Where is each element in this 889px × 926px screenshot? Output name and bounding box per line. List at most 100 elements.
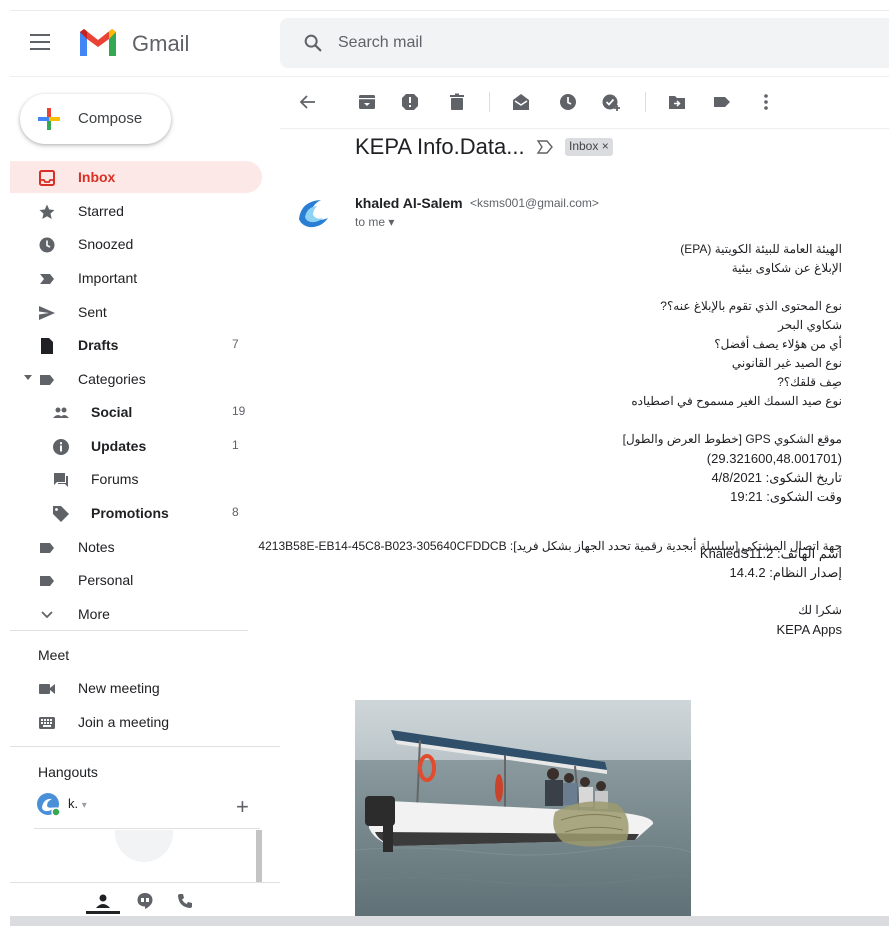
- sidebar-item-label: Updates: [91, 438, 147, 454]
- left-edge: [0, 0, 10, 926]
- sidebar-item-social[interactable]: Social 19: [10, 396, 262, 428]
- sidebar-item-sent[interactable]: Sent: [10, 296, 262, 328]
- body-line: نوع الصيد غير القانوني: [731, 356, 842, 370]
- body-line: (29.321600,48.001701): [706, 451, 842, 466]
- body-line: الهيئة العامة للبيئة الكويتية (EPA): [680, 242, 842, 256]
- sidebar-item-label: Promotions: [91, 505, 169, 521]
- main-menu-icon[interactable]: [30, 34, 50, 52]
- sidebar-item-drafts[interactable]: Drafts 7: [10, 329, 262, 361]
- body-line: شكاوي البحر: [778, 318, 842, 332]
- sidebar-divider: [10, 746, 280, 747]
- toolbar-divider: [280, 128, 889, 129]
- back-arrow-icon[interactable]: [298, 92, 318, 112]
- sidebar-item-updates[interactable]: Updates 1: [10, 430, 262, 462]
- add-hangout-button[interactable]: +: [236, 794, 249, 820]
- sidebar-item-notes[interactable]: Notes: [10, 531, 262, 563]
- footer-tab-indicator: [86, 911, 120, 914]
- new-meeting-button[interactable]: New meeting: [10, 672, 262, 704]
- body-line: شكرا لك: [798, 603, 842, 617]
- important-marker-icon[interactable]: [536, 139, 554, 155]
- snooze-icon[interactable]: [558, 92, 578, 112]
- label-icon: [40, 576, 54, 586]
- email-subject: KEPA Info.Data...: [355, 134, 525, 159]
- add-to-tasks-icon[interactable]: [601, 92, 621, 112]
- body-line: تاريخ الشكوى: 4/8/2021: [711, 470, 842, 485]
- sender-email: <ksms001@gmail.com>: [470, 196, 599, 210]
- person-icon[interactable]: [94, 892, 112, 910]
- sidebar-item-label: Inbox: [78, 169, 116, 185]
- hangouts-divider: [34, 828, 260, 829]
- sidebar-item-label: Snoozed: [78, 236, 134, 252]
- sender-name[interactable]: khaled Al-Salem: [355, 195, 463, 211]
- window-bottom-bar: [10, 916, 889, 926]
- app-name: Gmail: [132, 31, 190, 56]
- body-line: أي من هؤلاء يصف أفضل؟: [714, 337, 842, 351]
- archive-icon[interactable]: [357, 92, 377, 112]
- sidebar-item-label: Social: [91, 404, 133, 420]
- sidebar-item-label: Important: [78, 270, 138, 286]
- join-meeting-button[interactable]: Join a meeting: [10, 706, 262, 738]
- search-bar[interactable]: Search mail: [280, 18, 889, 68]
- sidebar-item-forums[interactable]: Forums: [10, 463, 262, 495]
- body-line: نوع صيد السمك الغير مسموح في اصطياده: [631, 394, 842, 408]
- inbox-label-chip[interactable]: Inbox ×: [565, 138, 613, 156]
- forum-icon: [54, 473, 68, 487]
- more-options-icon[interactable]: [756, 92, 776, 112]
- body-line: KEPA Apps: [776, 622, 842, 637]
- sidebar-item-promotions[interactable]: Promotions 8: [10, 497, 262, 529]
- body-line: موقع الشكوي GPS [خطوط العرض والطول]: [622, 432, 842, 446]
- label-icon: [40, 543, 54, 553]
- video-camera-icon: [39, 684, 55, 694]
- label-icon[interactable]: [712, 92, 732, 112]
- body-line: الإبلاغ عن شكاوى بيئية: [731, 261, 842, 275]
- compose-button[interactable]: Compose: [20, 94, 171, 144]
- sidebar-scrollbar[interactable]: [256, 830, 262, 882]
- body-line: وقت الشكوى: 19:21: [730, 489, 842, 504]
- search-icon[interactable]: [302, 32, 324, 54]
- phone-icon[interactable]: [176, 892, 194, 910]
- people-icon: [53, 407, 69, 418]
- important-icon: [40, 274, 54, 284]
- sidebar-item-inbox[interactable]: Inbox: [10, 161, 262, 193]
- hangouts-user-name[interactable]: k. ▾: [68, 796, 87, 811]
- meet-title: Meet: [38, 647, 70, 663]
- sidebar-item-more[interactable]: More: [10, 598, 262, 630]
- user-avatar[interactable]: [36, 792, 60, 816]
- sidebar-item-label: More: [78, 606, 110, 622]
- delete-icon[interactable]: [447, 92, 467, 112]
- sidebar-item-label: Personal: [78, 572, 134, 588]
- tag-icon: [53, 506, 69, 522]
- attached-photo[interactable]: [355, 700, 691, 916]
- sidebar-item-label: Sent: [78, 304, 107, 320]
- draft-icon: [41, 338, 53, 354]
- sidebar-divider: [10, 630, 248, 631]
- gmail-logo-icon: [80, 29, 116, 56]
- recipient-details-toggle[interactable]: to me ▾: [355, 215, 394, 229]
- hangouts-chat-icon[interactable]: [136, 892, 154, 910]
- info-icon: [53, 439, 69, 455]
- body-line: نوع المحتوى الذي تقوم بالإبلاغ عنه؟?: [660, 299, 842, 313]
- body-line: صِف قلقك؟?: [777, 375, 842, 389]
- chevron-down-icon: ▾: [81, 800, 87, 811]
- sidebar-item-important[interactable]: Important: [10, 262, 262, 294]
- hangouts-title: Hangouts: [38, 764, 98, 780]
- chevron-down-icon: [41, 611, 53, 619]
- new-meeting-label: New meeting: [78, 680, 160, 696]
- search-input[interactable]: Search mail: [338, 34, 422, 52]
- expand-caret-icon[interactable]: [24, 375, 32, 380]
- sidebar-item-label: Notes: [78, 539, 115, 555]
- sidebar-item-personal[interactable]: Personal: [10, 564, 262, 596]
- move-to-icon[interactable]: [667, 92, 687, 112]
- label-icon: [40, 375, 54, 385]
- compose-label: Compose: [78, 110, 143, 127]
- sidebar-item-categories[interactable]: Categories: [10, 363, 262, 395]
- toolbar-separator: [489, 92, 490, 112]
- sidebar-item-snoozed[interactable]: Snoozed: [10, 228, 262, 260]
- report-spam-icon[interactable]: [400, 92, 420, 112]
- send-icon: [39, 306, 55, 320]
- hangouts-user-label: k.: [68, 796, 79, 811]
- sidebar-item-label: Starred: [78, 203, 124, 219]
- inbox-icon: [39, 170, 55, 186]
- mark-unread-icon[interactable]: [511, 92, 531, 112]
- sidebar-item-starred[interactable]: Starred: [10, 195, 262, 227]
